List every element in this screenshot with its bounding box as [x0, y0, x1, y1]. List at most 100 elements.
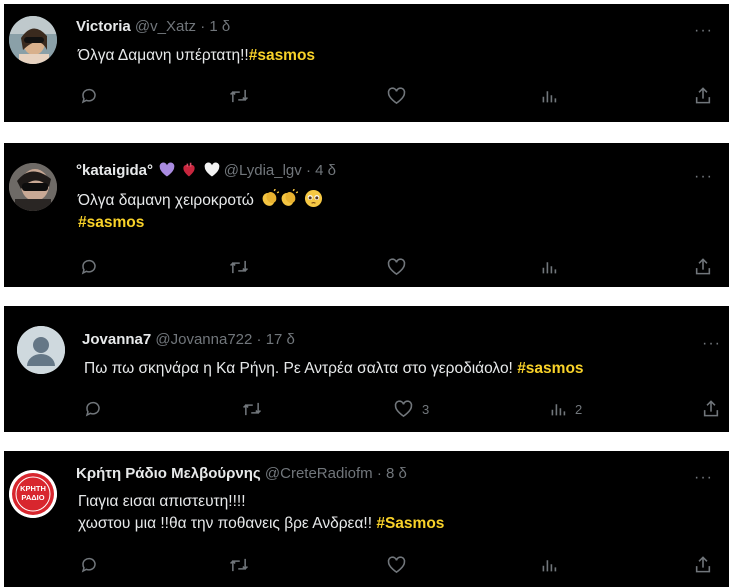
pleading-face-emoji-icon	[305, 189, 323, 208]
reply-button[interactable]	[84, 400, 111, 418]
timestamp[interactable]: 17 δ	[266, 331, 295, 348]
heart-icon	[394, 400, 413, 418]
logo-text-bottom: ΡΑΔΙΟ	[21, 493, 44, 502]
more-dots-icon[interactable]: ···	[694, 470, 713, 486]
tweet-card[interactable]: °kataigida° @Lydia_lgv · 4 δ ··· Όλγα δα…	[4, 143, 729, 287]
share-button[interactable]	[702, 399, 720, 418]
separator-dot: ·	[305, 162, 311, 179]
avatar[interactable]: ΚΡΗΤΗ ΡΑΔΙΟ	[9, 470, 57, 518]
timestamp[interactable]: 8 δ	[386, 465, 407, 482]
tweet-text-line: χωστου μια !!θα την ποθανεις βρε Ανδρεα!…	[78, 513, 444, 535]
tweet-text-content: Γιαγια εισαι απιστευτη!!!!	[78, 493, 246, 510]
tweet-text: Πω πω σκηνάρα η Κα Ρήνη. Ρε Αντρέα σαλτα…	[84, 358, 584, 380]
author-name[interactable]: Κρήτη Ράδιο Μελβούρνης	[76, 465, 261, 482]
more-dots-icon[interactable]: ···	[702, 336, 721, 352]
more-dots-icon[interactable]: ···	[694, 169, 713, 185]
tweet-header: Κρήτη Ράδιο Μελβούρνης @CreteRadiofm · 8…	[76, 464, 407, 484]
speech-bubble-icon	[81, 88, 96, 104]
bar-chart-icon	[551, 404, 566, 416]
avatar[interactable]	[9, 163, 57, 211]
anatomical-heart-emoji-icon	[183, 162, 195, 177]
author-handle[interactable]: @Jovanna722	[155, 331, 252, 348]
share-upload-icon	[695, 87, 711, 104]
author-name[interactable]: Victoria	[76, 18, 131, 35]
tweet-card[interactable]: Victoria @v_Xatz · 1 δ ··· Όλγα Δαμανη υ…	[4, 4, 729, 122]
author-handle[interactable]: @CreteRadiofm	[265, 465, 373, 482]
tweet-text-line: Γιαγια εισαι απιστευτη!!!!	[78, 491, 444, 513]
tweet-header: °kataigida° @Lydia_lgv · 4 δ	[76, 161, 336, 181]
avatar[interactable]	[17, 326, 65, 374]
crete-radio-logo-icon: ΚΡΗΤΗ ΡΑΔΙΟ	[9, 470, 57, 518]
heart-icon	[387, 87, 406, 105]
more-dots-icon[interactable]: ···	[694, 23, 713, 39]
hashtag-link[interactable]: #Sasmos	[376, 515, 444, 532]
tweet-text-line: Πω πω σκηνάρα η Κα Ρήνη. Ρε Αντρέα σαλτα…	[84, 360, 518, 377]
author-name[interactable]: Jovanna7	[82, 331, 151, 348]
separator-dot: ·	[200, 18, 206, 35]
tweet-header: Victoria @v_Xatz · 1 δ	[76, 17, 230, 37]
reply-button[interactable]	[80, 556, 107, 574]
default-profile-icon	[17, 326, 65, 374]
author-handle[interactable]: @Lydia_lgv	[224, 162, 302, 179]
timestamp[interactable]: 1 δ	[209, 18, 230, 35]
hashtag-link[interactable]: #sasmos	[78, 214, 144, 231]
tweet-card[interactable]: Jovanna7 @Jovanna722 · 17 δ ··· Πω πω σκ…	[4, 306, 729, 432]
tweet-header: Jovanna7 @Jovanna722 · 17 δ	[82, 330, 295, 350]
views-button[interactable]	[541, 557, 566, 573]
views-button[interactable]	[541, 259, 566, 275]
bar-chart-icon	[542, 262, 557, 274]
retweet-arrows-icon	[229, 260, 249, 274]
author-handle[interactable]: @v_Xatz	[135, 18, 196, 35]
views-count: 2	[575, 401, 583, 417]
retweet-button[interactable]	[242, 400, 271, 418]
share-button[interactable]	[694, 257, 712, 276]
tweet-card[interactable]: ΚΡΗΤΗ ΡΑΔΙΟ Κρήτη Ράδιο Μελβούρνης @Cret…	[4, 451, 729, 587]
bar-chart-icon	[542, 560, 557, 572]
retweet-arrows-icon	[229, 558, 249, 572]
tweet-text: Όλγα Δαμανη υπέρτατη!!#sasmos	[78, 45, 315, 67]
like-button[interactable]	[387, 556, 415, 574]
share-upload-icon	[695, 258, 711, 275]
tweet-text: Γιαγια εισαι απιστευτη!!!! χωστου μια !!…	[78, 491, 444, 535]
reply-button[interactable]	[80, 87, 107, 105]
share-upload-icon	[703, 400, 719, 417]
tweet-text-content: Όλγα δαμανη χειροκροτώ	[78, 192, 254, 209]
avatar[interactable]	[9, 16, 57, 64]
like-button[interactable]	[387, 258, 415, 276]
tweet-text: Όλγα δαμανη χειροκροτώ #sasmos	[78, 189, 323, 234]
like-button[interactable]: 3	[394, 400, 429, 418]
tweet-text-line: Όλγα Δαμανη υπέρτατη!!	[78, 47, 249, 64]
speech-bubble-icon	[81, 557, 96, 573]
speech-bubble-icon	[85, 401, 100, 417]
purple-heart-emoji-icon	[159, 162, 175, 177]
share-button[interactable]	[694, 555, 712, 574]
clapping-hands-emoji-icon	[281, 189, 299, 206]
views-button[interactable]	[541, 88, 566, 104]
retweet-button[interactable]	[229, 87, 258, 105]
separator-dot: ·	[256, 331, 262, 348]
hashtag-link[interactable]: #sasmos	[249, 47, 315, 64]
share-button[interactable]	[694, 86, 712, 105]
avatar-photo-icon	[9, 16, 57, 64]
retweet-button[interactable]	[229, 258, 258, 276]
timestamp[interactable]: 4 δ	[315, 162, 336, 179]
tweet-text-line: Όλγα δαμανη χειροκροτώ	[78, 189, 323, 212]
logo-text-top: ΚΡΗΤΗ	[20, 484, 46, 493]
separator-dot: ·	[376, 465, 382, 482]
tweet-text-line: #sasmos	[78, 212, 323, 234]
avatar-photo-icon	[9, 163, 57, 211]
like-count: 3	[422, 401, 430, 417]
hashtag-link[interactable]: #sasmos	[517, 360, 583, 377]
views-button[interactable]: 2	[550, 401, 582, 417]
reply-button[interactable]	[80, 258, 107, 276]
bar-chart-icon	[542, 91, 557, 103]
tweet-text-content: χωστου μια !!θα την ποθανεις βρε Ανδρεα!…	[78, 515, 377, 532]
white-heart-emoji-icon	[204, 162, 219, 177]
retweet-arrows-icon	[229, 89, 249, 103]
author-name[interactable]: °kataigida°	[76, 162, 153, 179]
like-button[interactable]	[387, 87, 415, 105]
clapping-hands-emoji-icon	[262, 189, 280, 206]
retweet-button[interactable]	[229, 556, 258, 574]
share-upload-icon	[695, 556, 711, 573]
speech-bubble-icon	[81, 259, 96, 275]
